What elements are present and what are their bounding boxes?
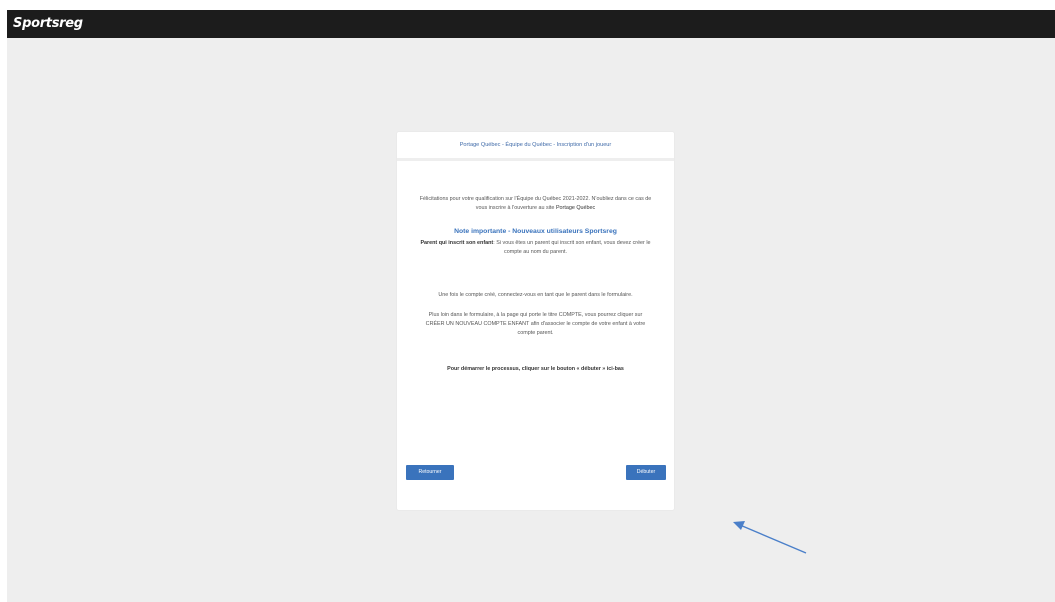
top-navbar: Sportsreg [7, 10, 1055, 38]
create-child-account-paragraph: Plus loin dans le formulaire, à la page … [425, 312, 646, 336]
card-body: Félicitations pour votre qualification s… [419, 161, 652, 374]
intro-text: Félicitations pour votre qualification s… [419, 196, 652, 211]
registration-card: Portage Québec - Équipe du Québec - Insc… [397, 132, 674, 510]
parent-paragraph: Parent qui inscrit son enfant: Si vous ê… [419, 239, 652, 257]
parent-bold-text: Parent qui inscrit son enfant [420, 240, 494, 246]
card-header-title: Portage Québec - Équipe du Québec - Insc… [397, 132, 674, 161]
start-instructions: Pour démarrer le processus, cliquer sur … [447, 366, 624, 372]
parent-text: : Si vous êtes un parent qui inscrit son… [493, 240, 651, 255]
intro-paragraph: Félicitations pour votre qualification s… [419, 195, 652, 213]
intro-link-text[interactable]: Portage Québec [556, 205, 595, 211]
account-created-paragraph: Une fois le compte créé, connectez-vous … [438, 292, 633, 298]
back-button[interactable]: Retourner [406, 465, 454, 480]
page-viewport: Sportsreg Portage Québec - Équipe du Qué… [7, 10, 1055, 602]
brand-logo[interactable]: Sportsreg [13, 14, 83, 34]
important-note-title: Note importante - Nouveaux utilisateurs … [454, 228, 617, 235]
start-button[interactable]: Débuter [626, 465, 666, 480]
